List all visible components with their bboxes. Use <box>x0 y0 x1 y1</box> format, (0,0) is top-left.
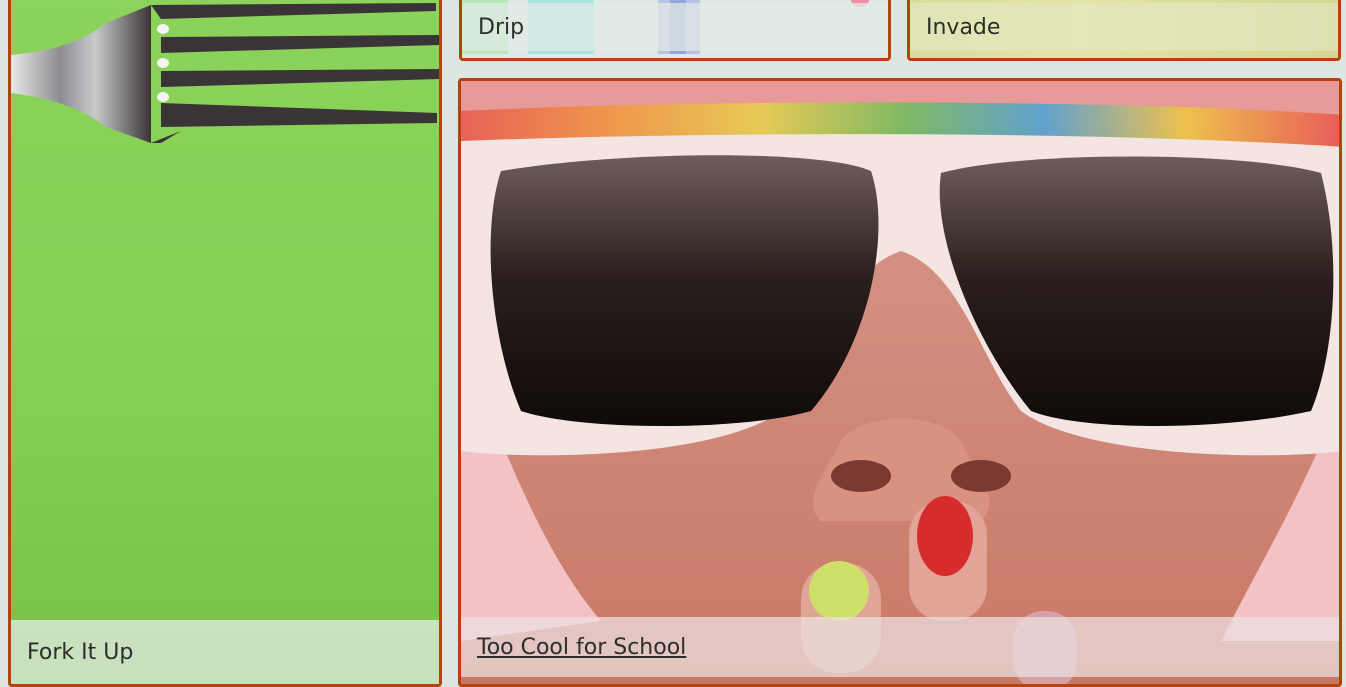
card-caption: Fork It Up <box>27 639 134 665</box>
fork-illustration <box>11 3 439 143</box>
gallery-card-drip[interactable]: Drip <box>459 0 891 61</box>
card-caption-bar: Fork It Up <box>11 620 439 684</box>
gallery-card-fork-it-up[interactable]: Fork It Up <box>8 0 442 687</box>
card-caption-bar: Drip <box>462 3 888 51</box>
card-caption-bar: Too Cool for School <box>461 617 1339 677</box>
gallery-card-too-cool-for-school[interactable]: Too Cool for School <box>458 78 1342 687</box>
sunglasses-illustration <box>461 81 1339 684</box>
fork-photo <box>11 0 439 684</box>
card-caption: Drip <box>478 14 525 40</box>
card-caption-link[interactable]: Too Cool for School <box>477 635 686 660</box>
image-gallery: Fork It Up Drip Invade Too Cool for Scho… <box>0 0 1346 687</box>
sunglasses-photo <box>461 81 1339 684</box>
gallery-card-invade[interactable]: Invade <box>907 0 1341 61</box>
card-caption: Invade <box>926 14 1001 40</box>
card-caption-bar: Invade <box>910 3 1338 51</box>
